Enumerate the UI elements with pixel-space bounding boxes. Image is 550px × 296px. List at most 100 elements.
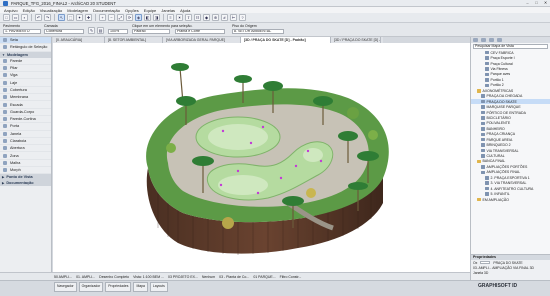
toolbox-item-parede[interactable]: Parede: [0, 58, 51, 65]
view-icon: [481, 148, 485, 153]
toolbox-item-parede-cortina[interactable]: Parede-Cortina: [0, 116, 51, 124]
status-item[interactable]: Vista: 1:100 BEM ...: [133, 275, 164, 279]
publish-icon[interactable]: ⇪: [185, 14, 192, 21]
tool-icon: [3, 80, 7, 85]
toolbox-item-zona[interactable]: Zona: [0, 152, 51, 160]
status-item[interactable]: 50 AMPLI...: [54, 275, 72, 279]
view-icon: [485, 176, 489, 180]
graphisoft-id-logo[interactable]: GRAPHISOFT ID: [478, 283, 517, 289]
elevation-icon[interactable]: ◨: [153, 14, 160, 21]
layer-icon[interactable]: ≡: [167, 14, 174, 21]
renovation-field[interactable]: Planta e Corte: [175, 29, 225, 34]
layout-book-icon[interactable]: [489, 38, 494, 42]
arrow-tool-icon[interactable]: ↖: [58, 14, 65, 21]
zoom-field[interactable]: 100%: [108, 29, 128, 34]
maximize-icon[interactable]: □: [534, 1, 539, 5]
view-icon: [481, 105, 485, 109]
undo-icon[interactable]: ↶: [35, 14, 42, 21]
status-item[interactable]: Nenhum: [202, 275, 215, 279]
close-icon[interactable]: ✕: [543, 1, 548, 5]
folder-icon: [477, 159, 481, 164]
zoom-in-icon[interactable]: +: [99, 14, 106, 21]
navigator-item[interactable]: EM AMPLIAÇÃO: [471, 197, 550, 202]
toolbox-section-documentacao[interactable]: ▶ Documentação: [0, 180, 51, 187]
menu-edicao[interactable]: Edição: [23, 8, 35, 13]
grid-icon[interactable]: #: [221, 14, 228, 21]
toolbox-item-abertura[interactable]: Abertura: [0, 145, 51, 153]
layer-field[interactable]: Cobertura: [44, 29, 84, 34]
pen-icon[interactable]: ✎: [88, 27, 95, 34]
project-map-icon[interactable]: [473, 38, 478, 42]
measure-icon[interactable]: ⊢: [230, 14, 237, 21]
menu-equipe[interactable]: Equipe: [144, 8, 156, 13]
status-item[interactable]: Desenho Completo: [99, 275, 129, 279]
sector-field[interactable]: 8. SETOR AMBIENTAL: [232, 29, 284, 34]
menu-arquivo[interactable]: Arquivo: [4, 8, 18, 13]
snap-icon[interactable]: ⊕: [212, 14, 219, 21]
toolbox-item-claraboia[interactable]: Claraboia: [0, 138, 51, 146]
info-box: Pavimento 1. PAVIMENTO Camada Cobertura …: [0, 23, 550, 37]
mode-field[interactable]: Padrão: [132, 29, 170, 34]
new-file-icon[interactable]: □: [3, 14, 10, 21]
3d-view-icon[interactable]: ◈: [135, 14, 142, 21]
navigator-toolbar: [471, 37, 550, 43]
help-icon[interactable]: ?: [239, 14, 246, 21]
status-item[interactable]: 01 PARQUE...: [253, 275, 275, 279]
view-map-icon[interactable]: [481, 38, 486, 42]
toolbox-item-porta[interactable]: Porta: [0, 123, 51, 131]
teamwork-icon[interactable]: ☷: [194, 14, 201, 21]
menu-opcoes[interactable]: Opções: [125, 8, 139, 13]
toolbox-item-escada[interactable]: Escada: [0, 101, 51, 109]
morph-icon[interactable]: ◆: [203, 14, 210, 21]
marquee-tool-icon[interactable]: ⬚: [67, 14, 74, 21]
toolbox-item-membrana[interactable]: Membrana: [0, 94, 51, 102]
bottom-tab[interactable]: Mapa: [133, 282, 148, 292]
section-icon[interactable]: ◧: [144, 14, 151, 21]
bottom-tab[interactable]: Navegador: [54, 282, 77, 292]
toolbox-item-guarda-corpo[interactable]: Guarda-Corpo: [0, 109, 51, 116]
view-icon: [485, 67, 489, 71]
status-item[interactable]: Filtro Constr...: [280, 275, 302, 279]
toolbox-item-morph[interactable]: Morph: [0, 167, 51, 175]
menu-janelas[interactable]: Janelas: [161, 8, 175, 13]
save-icon[interactable]: ▪: [21, 14, 28, 21]
toolbox-item-cobertura[interactable]: Cobertura: [0, 87, 51, 95]
story-label: Pavimento: [3, 24, 20, 28]
toolbox-item-janela[interactable]: Janela: [0, 131, 51, 138]
menu-visualizacao[interactable]: Visualização: [40, 8, 62, 13]
prop-row[interactable]: Janela 3D: [471, 270, 550, 275]
toolbox-item-laje[interactable]: Laje: [0, 79, 51, 87]
fit-window-icon[interactable]: ⤢: [117, 14, 124, 21]
zoom-out-icon[interactable]: −: [108, 14, 115, 21]
bottom-tab[interactable]: Layouts: [149, 282, 168, 292]
bottom-tab[interactable]: Propriedades: [105, 282, 132, 292]
redo-icon[interactable]: ↷: [44, 14, 51, 21]
toolbox-item-pilar[interactable]: Pilar: [0, 65, 51, 73]
magic-wand-icon[interactable]: ✦: [76, 14, 83, 21]
toolbox-item-malha[interactable]: Malha: [0, 160, 51, 168]
fill-icon[interactable]: ▤: [97, 27, 104, 34]
navigator-search-input[interactable]: Pesquisar Mapa de Vista: [473, 44, 548, 49]
bottom-tab[interactable]: Organizador: [78, 282, 104, 292]
render-icon[interactable]: ☀: [176, 14, 183, 21]
minimize-icon[interactable]: –: [525, 1, 530, 5]
tool-icon: [3, 66, 7, 71]
publisher-icon[interactable]: [497, 38, 502, 42]
pointer-icon[interactable]: ✚: [85, 14, 92, 21]
toolbox-select[interactable]: Seta: [0, 37, 51, 45]
view-icon: [481, 121, 485, 126]
open-file-icon[interactable]: ▭: [12, 14, 19, 21]
toolbox-marquee[interactable]: Retângulo de Seleção: [0, 44, 51, 52]
tool-icon: [3, 102, 7, 107]
menu-modelagem[interactable]: Modelagem: [67, 8, 88, 13]
status-item[interactable]: 03 - Planta de Co...: [219, 275, 249, 279]
menu-documentacao[interactable]: Documentação: [93, 8, 120, 13]
menu-ajuda[interactable]: Ajuda: [180, 8, 190, 13]
3d-viewport[interactable]: [53, 43, 470, 272]
status-item[interactable]: 03 PROJETO EX...: [168, 275, 198, 279]
story-field[interactable]: 1. PAVIMENTO: [3, 29, 41, 34]
app-icon: [3, 0, 8, 6]
status-item[interactable]: 01. AMPLI...: [76, 275, 95, 279]
orbit-icon[interactable]: ⟳: [126, 14, 133, 21]
toolbox-item-viga[interactable]: Viga: [0, 72, 51, 80]
